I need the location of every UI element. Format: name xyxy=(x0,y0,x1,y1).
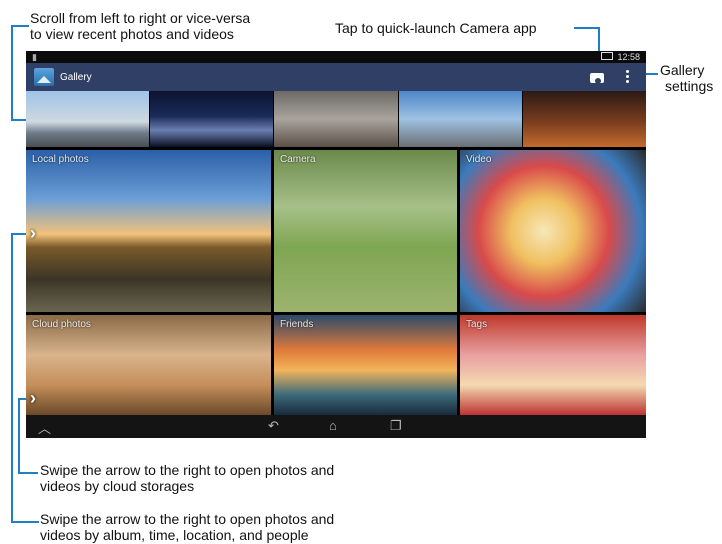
leader-camera-h xyxy=(574,27,600,29)
status-time: 12:58 xyxy=(617,52,640,62)
callout-cloud-line1: Swipe the arrow to the right to open pho… xyxy=(40,462,335,478)
camera-icon xyxy=(590,73,604,84)
album-label: Tags xyxy=(466,319,488,330)
notification-icon: ▮ xyxy=(32,52,37,62)
leader-cloud-v xyxy=(18,398,20,473)
recent-thumb[interactable] xyxy=(398,91,523,147)
callout-album-line1: Swipe the arrow to the right to open pho… xyxy=(40,511,335,527)
home-icon[interactable]: ⌂ xyxy=(329,418,337,433)
callout-camera: Tap to quick-launch Camera app xyxy=(335,20,537,36)
gallery-app-icon[interactable] xyxy=(34,68,54,86)
navigation-bar: ︿ ↶ ⌂ ❐ xyxy=(26,415,646,438)
leader-scroll-h-top xyxy=(11,25,29,27)
album-label: Friends xyxy=(280,319,314,330)
album-friends[interactable]: Friends xyxy=(274,315,457,415)
album-local-photos[interactable]: Local photos xyxy=(26,150,271,312)
gallery-screen: ▮ 12:58 Gallery Local photos Camera Vide… xyxy=(26,51,646,438)
callout-album: Swipe the arrow to the right to open pho… xyxy=(40,511,334,543)
album-cloud-photos[interactable]: Cloud photos xyxy=(26,315,271,415)
callout-settings-line2: settings xyxy=(665,78,714,94)
overflow-menu-icon xyxy=(626,70,629,73)
album-label: Local photos xyxy=(32,154,89,165)
leader-scroll-v xyxy=(11,25,13,121)
camera-button[interactable] xyxy=(589,70,605,84)
callout-settings-line1: Gallery xyxy=(660,62,705,78)
leader-cloud-h-bottom xyxy=(18,472,38,474)
leader-album-v xyxy=(11,233,13,523)
cloud-drawer-arrow-icon[interactable]: › xyxy=(30,388,36,409)
album-camera[interactable]: Camera xyxy=(274,150,457,312)
callout-scroll: Scroll from left to right or vice-versa … xyxy=(30,10,250,42)
recent-thumb[interactable] xyxy=(522,91,646,147)
album-label: Camera xyxy=(280,154,316,165)
recent-thumb[interactable] xyxy=(26,91,151,147)
chevron-up-icon[interactable]: ︿ xyxy=(38,418,51,437)
recent-photos-strip[interactable] xyxy=(26,91,646,147)
recent-apps-icon[interactable]: ❐ xyxy=(390,418,402,434)
album-video[interactable]: Video xyxy=(460,150,646,312)
callout-scroll-line2: to view recent photos and videos xyxy=(30,26,234,42)
recent-thumb[interactable] xyxy=(274,91,399,147)
callout-cloud: Swipe the arrow to the right to open pho… xyxy=(40,462,334,494)
status-bar: ▮ 12:58 xyxy=(26,51,646,63)
recent-thumb[interactable] xyxy=(150,91,275,147)
album-label: Video xyxy=(466,154,492,165)
leader-album-h-bottom xyxy=(11,521,39,523)
callout-scroll-line1: Scroll from left to right or vice-versa xyxy=(30,10,251,26)
callout-album-line2: videos by album, time, location, and peo… xyxy=(40,527,309,543)
battery-icon xyxy=(601,52,614,60)
overflow-menu-button[interactable] xyxy=(624,69,632,85)
callout-settings: Gallery settings xyxy=(660,62,713,94)
album-label: Cloud photos xyxy=(32,319,91,330)
album-tags[interactable]: Tags xyxy=(460,315,646,415)
action-bar: Gallery xyxy=(26,63,646,91)
album-drawer-arrow-icon[interactable]: › xyxy=(30,223,36,244)
app-title: Gallery xyxy=(60,72,92,83)
back-icon[interactable]: ↶ xyxy=(268,418,279,434)
status-right: 12:58 xyxy=(601,52,640,62)
callout-cloud-line2: videos by cloud storages xyxy=(40,478,195,494)
